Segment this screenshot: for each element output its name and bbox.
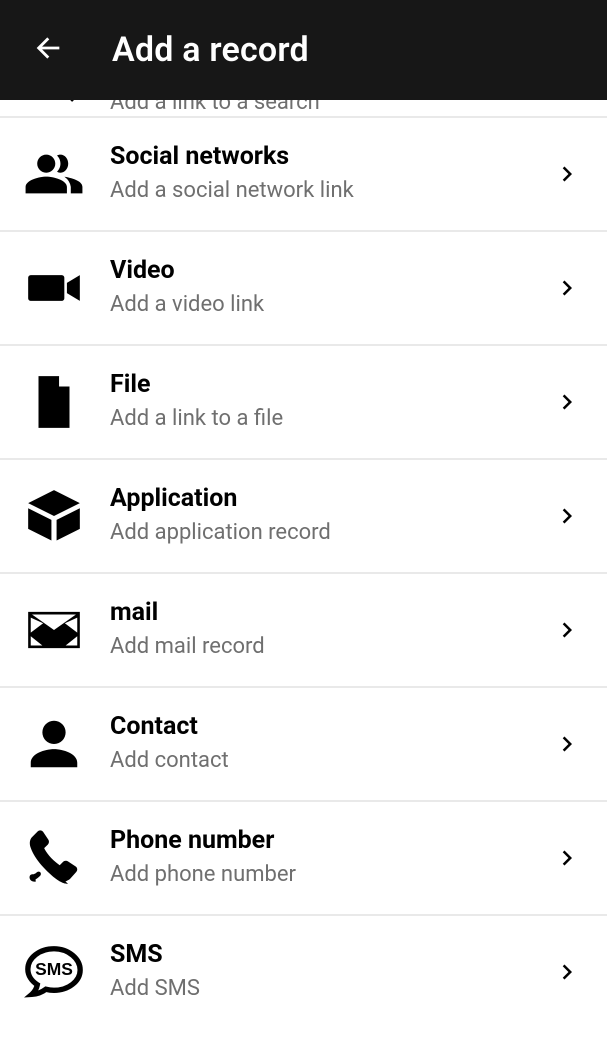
list-item-video[interactable]: Video Add a video link	[0, 230, 607, 344]
list-item-text: Contact Add contact	[90, 713, 545, 774]
chevron-right-icon	[545, 843, 589, 873]
list-item-title: Video	[110, 257, 545, 286]
file-icon	[18, 366, 90, 438]
list-item-title: File	[110, 371, 545, 400]
list-item-sub: Add a video link	[110, 292, 545, 318]
list-item-text: Social networks Add a social network lin…	[90, 143, 545, 204]
list-item-title: Social networks	[110, 143, 545, 172]
list-item-sub: Add contact	[110, 748, 545, 774]
chevron-right-icon	[545, 729, 589, 759]
list-item-text: SMS Add SMS	[90, 941, 545, 1002]
chevron-right-icon	[545, 159, 589, 189]
people-icon	[18, 138, 90, 210]
list-item-sub: Add a link to a file	[110, 406, 545, 432]
list-item-sub: Add SMS	[110, 976, 545, 1002]
list-item-phone[interactable]: Phone number Add phone number	[0, 800, 607, 914]
chevron-right-icon	[545, 273, 589, 303]
phone-icon	[18, 822, 90, 894]
list-item-contact[interactable]: Contact Add contact	[0, 686, 607, 800]
list-item-application[interactable]: Application Add application record	[0, 458, 607, 572]
record-type-list: Add a link to a search Social networks A…	[0, 78, 607, 1028]
list-item-text: Phone number Add phone number	[90, 827, 545, 888]
list-item-social[interactable]: Social networks Add a social network lin…	[0, 116, 607, 230]
list-item-title: Application	[110, 485, 545, 514]
sms-icon: SMS	[18, 936, 90, 1008]
arrow-left-icon	[31, 31, 65, 69]
list-item-mail[interactable]: mail Add mail record	[0, 572, 607, 686]
list-item-sub: Add a social network link	[110, 178, 545, 204]
list-item-title: SMS	[110, 941, 545, 970]
back-button[interactable]	[24, 26, 72, 74]
list-item-sms[interactable]: SMS SMS Add SMS	[0, 914, 607, 1028]
person-icon	[18, 708, 90, 780]
list-item-text: mail Add mail record	[90, 599, 545, 660]
video-icon	[18, 252, 90, 324]
list-item-text: File Add a link to a file	[90, 371, 545, 432]
list-item-title: Phone number	[110, 827, 545, 856]
chevron-right-icon	[545, 501, 589, 531]
list-item-title: mail	[110, 599, 545, 628]
list-item-text: Application Add application record	[90, 485, 545, 546]
mail-icon	[18, 594, 90, 666]
list-item-file[interactable]: File Add a link to a file	[0, 344, 607, 458]
list-item-sub: Add mail record	[110, 634, 545, 660]
cube-icon	[18, 480, 90, 552]
list-item-title: Contact	[110, 713, 545, 742]
chevron-right-icon	[545, 387, 589, 417]
chevron-right-icon	[545, 615, 589, 645]
page-title: Add a record	[112, 30, 309, 70]
list-item-sub: Add application record	[110, 520, 545, 546]
chevron-right-icon	[545, 957, 589, 987]
svg-text:SMS: SMS	[35, 959, 73, 979]
toolbar: Add a record	[0, 0, 607, 100]
list-item-text: Video Add a video link	[90, 257, 545, 318]
list-item-sub: Add phone number	[110, 862, 545, 888]
